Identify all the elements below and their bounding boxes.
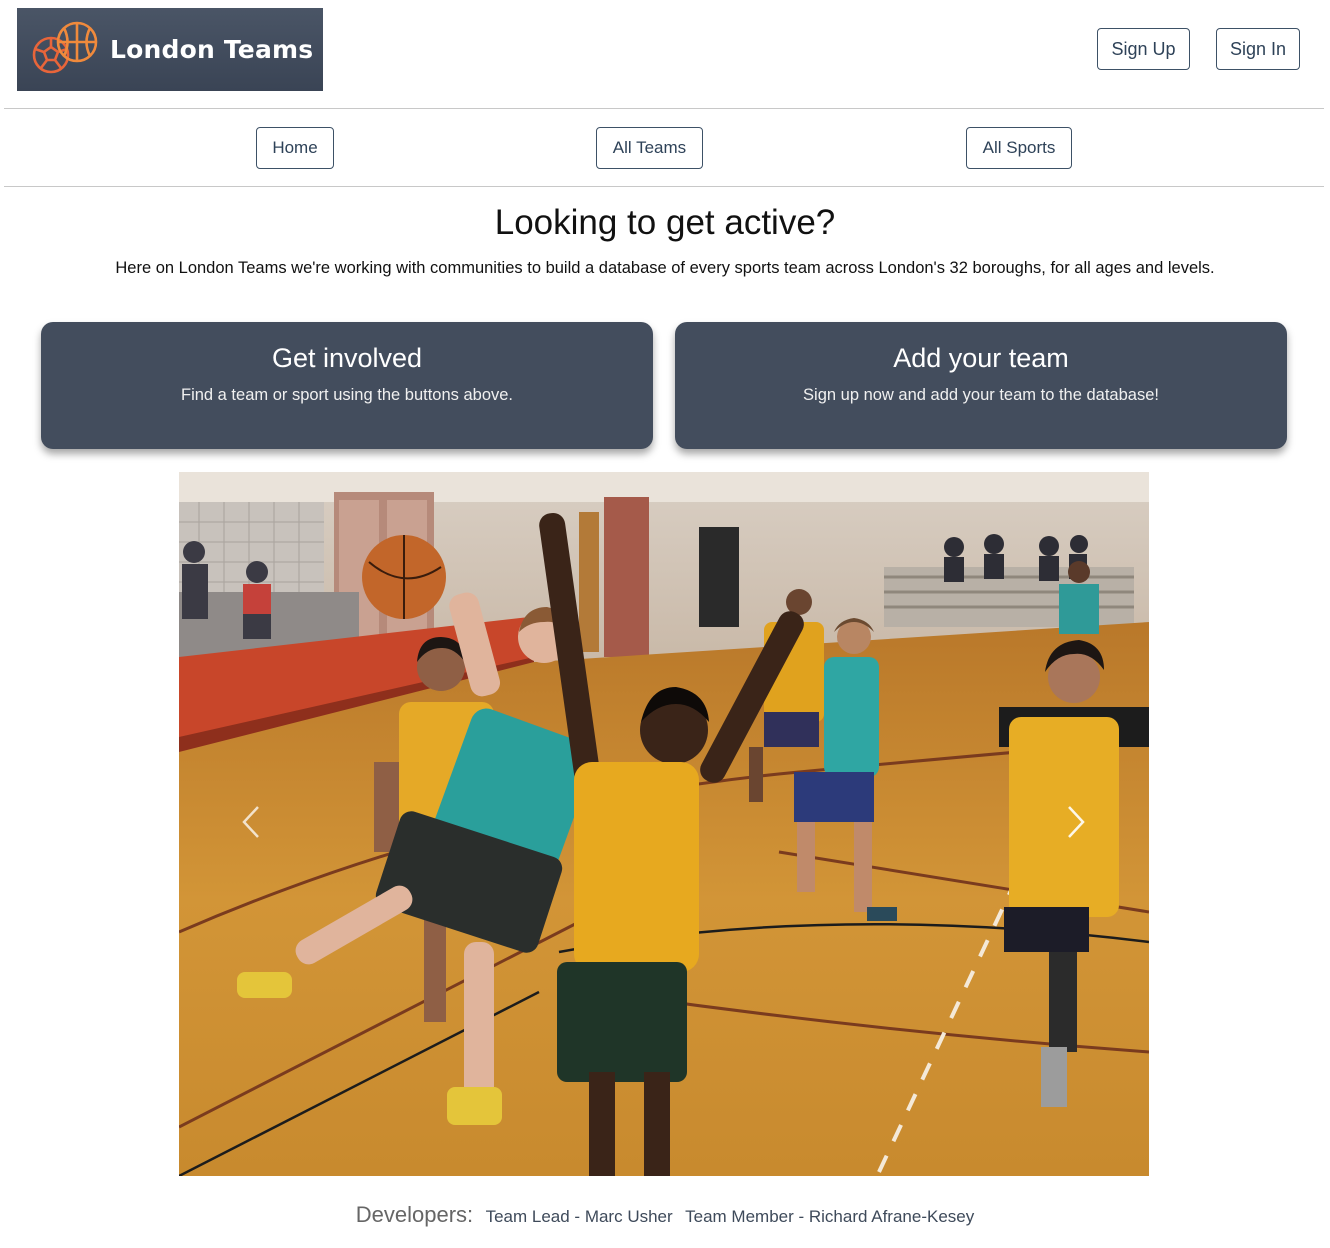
nav-home-button[interactable]: Home bbox=[256, 127, 334, 169]
card-subtitle: Find a team or sport using the buttons a… bbox=[180, 386, 514, 404]
chevron-left-icon bbox=[242, 806, 259, 838]
site-logo[interactable]: London Teams bbox=[17, 8, 323, 91]
get-involved-card[interactable]: Get involved Find a team or sport using … bbox=[41, 322, 653, 449]
sign-in-button[interactable]: Sign In bbox=[1216, 28, 1300, 70]
footer: Developers: Team Lead - Marc Usher Team … bbox=[0, 1202, 1330, 1228]
nav-divider bbox=[4, 186, 1324, 187]
add-your-team-card[interactable]: Add your team Sign up now and add your t… bbox=[675, 322, 1287, 449]
developer-team-lead: Team Lead - Marc Usher bbox=[485, 1207, 673, 1226]
developers-label: Developers: bbox=[355, 1202, 474, 1227]
card-title: Get involved bbox=[271, 343, 423, 373]
intro-text: Here on London Teams we're working with … bbox=[115, 259, 1215, 277]
nav-all-sports-button[interactable]: All Sports bbox=[966, 127, 1072, 169]
nav-all-teams-button[interactable]: All Teams bbox=[596, 127, 703, 169]
developer-team-member: Team Member - Richard Afrane-Kesey bbox=[685, 1207, 975, 1226]
basketball-photo bbox=[179, 472, 1149, 1176]
carousel-prev-button[interactable] bbox=[231, 802, 271, 842]
sign-up-button[interactable]: Sign Up bbox=[1097, 28, 1190, 70]
sports-balls-icon bbox=[32, 21, 98, 73]
page-headline: Looking to get active? bbox=[494, 203, 836, 242]
image-carousel[interactable] bbox=[179, 472, 1149, 1176]
logo-text: London Teams bbox=[110, 35, 314, 64]
header-divider bbox=[4, 108, 1324, 109]
card-title: Add your team bbox=[893, 343, 1069, 373]
card-subtitle: Sign up now and add your team to the dat… bbox=[803, 386, 1159, 404]
chevron-right-icon bbox=[1068, 806, 1085, 838]
carousel-next-button[interactable] bbox=[1056, 802, 1096, 842]
